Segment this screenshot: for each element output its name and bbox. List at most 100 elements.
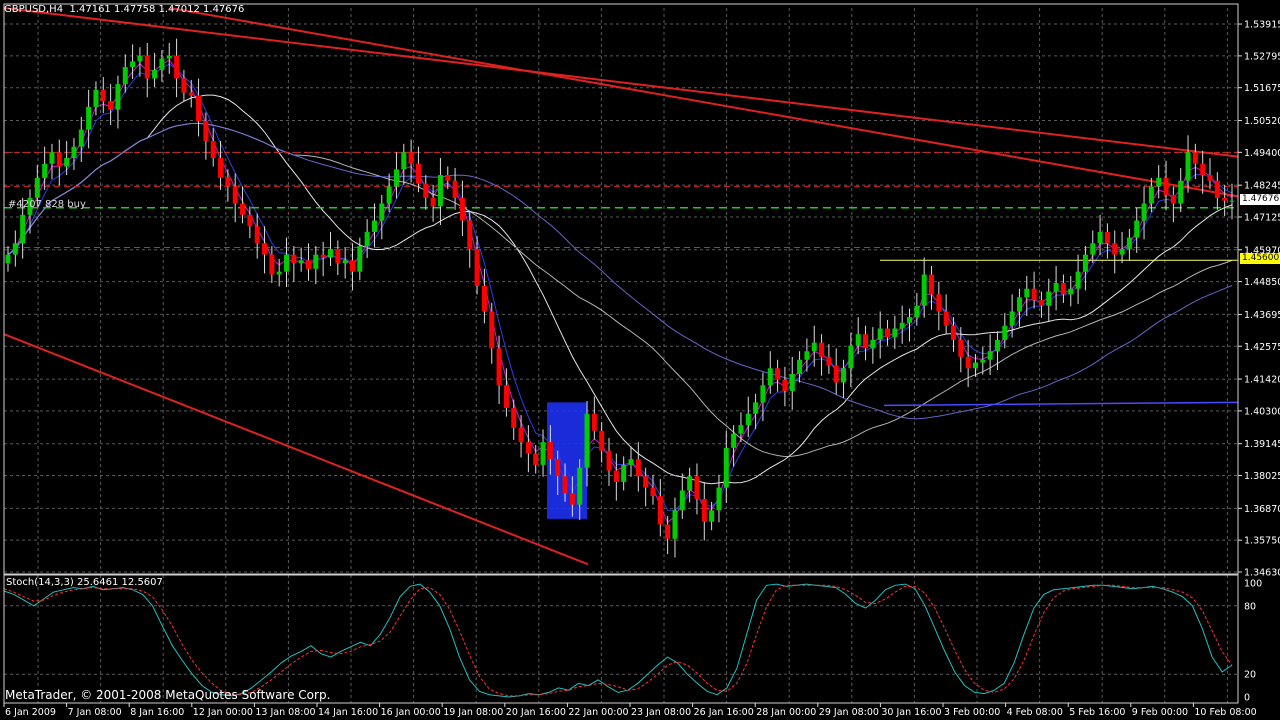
candle-down (533, 453, 539, 465)
candle-down (415, 163, 421, 184)
stoch-tick-label: 0 (1244, 693, 1250, 704)
upper-trendline (3, 7, 1239, 158)
candle-down (1222, 197, 1228, 201)
candle-down (349, 260, 355, 272)
candle-down (188, 92, 194, 96)
candle-down (203, 121, 209, 141)
candle-down (262, 243, 268, 255)
pane-borders (3, 3, 1239, 704)
candle-up (122, 67, 128, 85)
candle-down (518, 427, 524, 443)
price-tick-label: 1.42575 (1244, 342, 1280, 353)
candle-up (342, 260, 348, 264)
candles (5, 38, 1235, 558)
candle-up (723, 447, 729, 488)
candle-up (49, 152, 55, 164)
candle-up (987, 351, 993, 360)
time-tick-label: 22 Jan 00:00 (568, 707, 628, 718)
stoch-axis: 100 80 20 0 (1244, 579, 1262, 704)
price-tick-label: 1.41420 (1244, 375, 1280, 386)
candle-down (56, 152, 62, 167)
candle-up (972, 362, 978, 369)
candle-up (540, 442, 546, 465)
chart-canvas[interactable]: 1.53915 1.52795 1.51675 1.50520 1.49400 1.482… (0, 0, 1280, 720)
candle-up (1009, 311, 1015, 326)
candle-up (1053, 283, 1059, 292)
candle-down (665, 524, 671, 539)
time-tick-label: 12 Jan 00:00 (193, 707, 253, 718)
candle-up (621, 464, 627, 482)
candle-down (174, 55, 180, 79)
time-tick-label: 26 Jan 16:00 (694, 707, 754, 718)
candle-down (430, 197, 436, 207)
candle-down (291, 254, 297, 264)
candle-up (298, 260, 304, 264)
candle-down (1060, 283, 1066, 295)
candle-down (547, 442, 553, 460)
candle-down (1207, 175, 1213, 181)
candle-up (921, 274, 927, 306)
candle-up (672, 510, 678, 539)
candle-up (42, 163, 48, 178)
candle-up (284, 254, 290, 272)
stoch-label: Stoch(14,3,3) 25.6461 12.5607 (6, 577, 163, 588)
candle-down (247, 214, 253, 227)
stoch-grid (4, 575, 1238, 703)
price-tick-label: 1.40300 (1244, 406, 1280, 417)
candle-down (459, 197, 465, 221)
candle-down (562, 476, 568, 494)
candle-down (885, 328, 891, 338)
symbol-label: GBPUSD,H4 (4, 4, 64, 15)
time-tick-label: 16 Jan 00:00 (381, 707, 441, 718)
candle-down (1112, 243, 1118, 255)
candle-down (782, 379, 788, 392)
candle-up (20, 214, 26, 244)
candle-up (401, 152, 407, 170)
candle-down (467, 220, 473, 249)
candle-up (152, 69, 158, 79)
candle-up (1178, 180, 1184, 204)
candle-up (86, 106, 92, 130)
price-tick-label: 1.53915 (1244, 20, 1280, 31)
candle-up (1024, 288, 1030, 298)
order-label[interactable]: #4207 828 buy (8, 199, 86, 210)
candle-down (826, 356, 832, 366)
candle-up (789, 373, 795, 392)
candle-up (1002, 325, 1008, 340)
candle-down (694, 476, 700, 499)
candle-down (701, 498, 707, 522)
candle-up (1016, 297, 1022, 312)
candle-down (965, 356, 971, 369)
candle-up (1097, 231, 1103, 244)
candle-up (914, 305, 920, 318)
candle-down (210, 140, 216, 159)
candle-up (731, 433, 737, 448)
candle-up (738, 425, 744, 434)
candle-up (379, 203, 385, 221)
candle-down (833, 365, 839, 383)
candle-up (1075, 271, 1081, 289)
candle-down (306, 260, 312, 269)
candle-up (804, 351, 810, 360)
candle-down (525, 442, 531, 454)
candle-up (12, 243, 18, 255)
time-tick-label: 3 Feb 00:00 (944, 707, 1000, 718)
candle-down (606, 450, 612, 471)
candle-down (408, 152, 414, 164)
candle-up (1046, 291, 1052, 306)
candle-up (811, 342, 817, 352)
candle-down (1038, 300, 1044, 306)
time-tick-label: 4 Feb 08:00 (1007, 707, 1063, 718)
candle-down (254, 226, 260, 244)
candle-down (650, 487, 656, 497)
candle-up (907, 317, 913, 323)
price-tick-label: 1.49400 (1244, 148, 1280, 159)
candle-up (584, 413, 590, 468)
time-tick-label: 19 Jan 08:00 (443, 707, 503, 718)
candle-down (569, 493, 575, 505)
candle-down (269, 254, 275, 275)
candle-up (166, 55, 172, 59)
candle-up (1185, 152, 1191, 181)
price-tick-label: 1.39145 (1244, 439, 1280, 450)
candle-down (599, 430, 605, 451)
